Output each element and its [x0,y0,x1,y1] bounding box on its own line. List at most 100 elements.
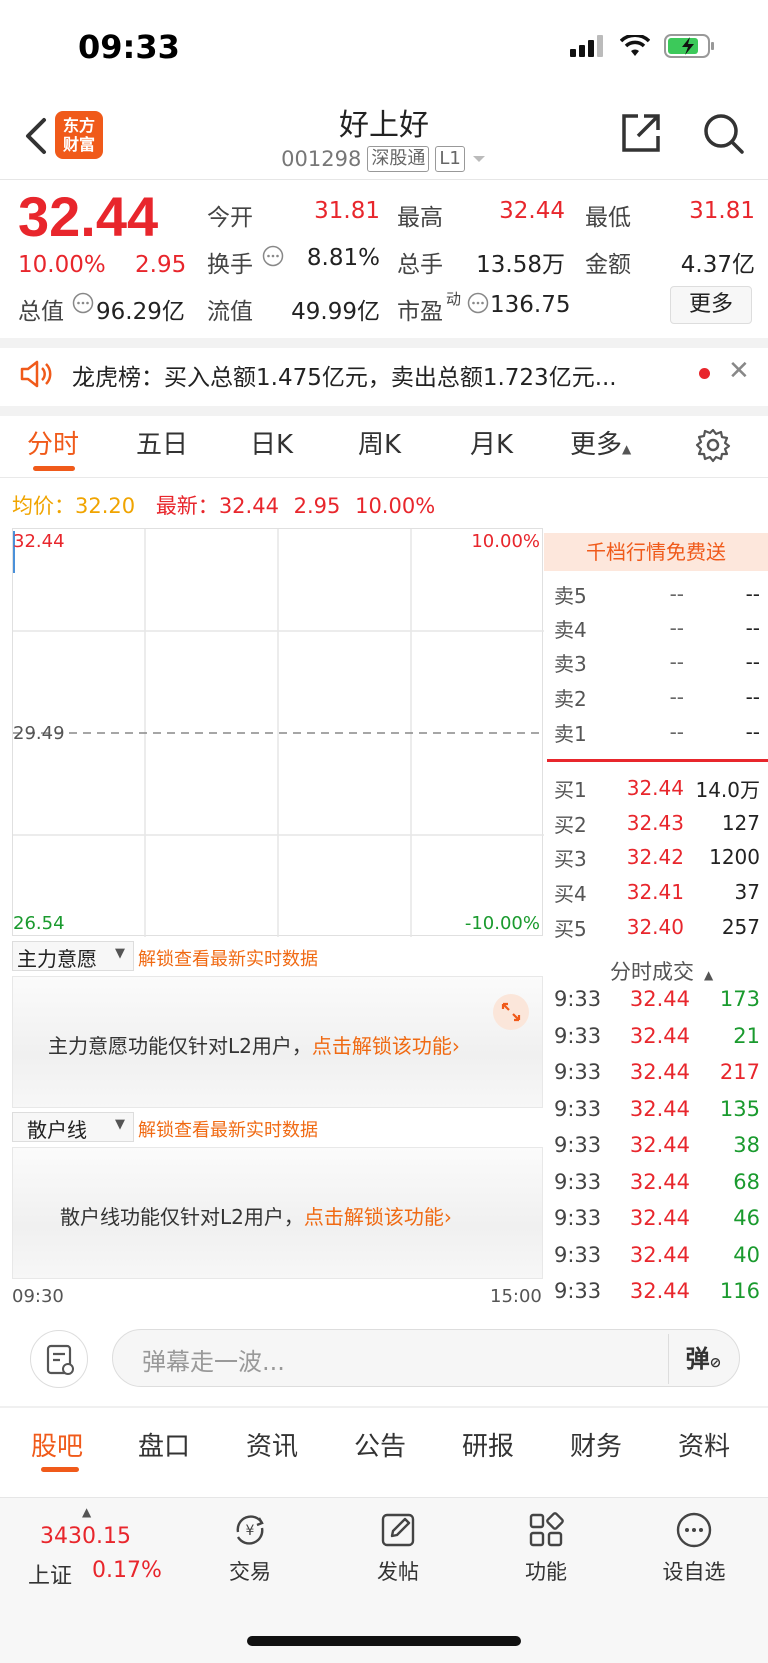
tick-row: 9:33 32.44 135 [554,1092,760,1126]
buy-row-1: 买1 32.44 14.0万 [554,776,760,802]
search-icon[interactable] [700,110,746,156]
tick-volume: 173 [719,987,760,1011]
tab-daily-k[interactable]: 日K [250,424,293,461]
index-percent[interactable]: 0.17% [92,1558,162,1583]
trade-icon: ¥ [236,1515,264,1545]
tab-profile[interactable]: 资料 [678,1426,730,1463]
nav-functions[interactable]: 功能 [491,1510,601,1586]
nav-add-watchlist[interactable]: 设自选 [639,1510,749,1586]
dragon-tiger-notice[interactable]: 龙虎榜：买入总额1.475亿元，卖出总额1.723亿元... [72,358,617,392]
tab-pankou[interactable]: 盘口 [138,1426,190,1463]
high-value: 32.44 [499,198,565,224]
p1-unlock-link[interactable]: 解锁查看最新实时数据 [138,945,318,971]
volume-value: 13.58万 [476,252,565,278]
danmaku-settings-button[interactable] [30,1330,88,1388]
tick-time: 9:33 [554,1206,602,1230]
tick-volume: 68 [733,1170,760,1194]
p1-message: 主力意愿功能仅针对L2用户，点击解锁该功能› [48,1034,460,1058]
retail-line-select[interactable]: 散户线 ▼ [12,1112,134,1142]
amount-label: 金额 [585,252,631,278]
buy-row-5: 买5 32.40 257 [554,915,760,941]
dropdown-icon [472,156,485,162]
p2-message: 散户线功能仅针对L2用户，点击解锁该功能› [60,1205,452,1229]
nav-post[interactable]: 发帖 [343,1510,453,1586]
open-value: 31.81 [314,198,380,224]
tab-announcements[interactable]: 公告 [354,1426,406,1463]
danmaku-settings-icon [46,1344,74,1375]
volume-label: 总手 [397,252,443,278]
close-icon[interactable]: ✕ [728,356,750,386]
tab-guba[interactable]: 股吧 [31,1426,83,1463]
active-bottom-tab-indicator [41,1467,79,1472]
index-value[interactable]: 3430.15 [40,1524,131,1549]
tick-row: 9:33 32.44 21 [554,1019,760,1053]
tick-time: 9:33 [554,1133,602,1157]
high-label: 最高 [397,205,443,231]
tick-time: 9:33 [554,1060,602,1084]
avg-label: 均价： [12,494,75,518]
tick-row: 9:33 32.44 217 [554,1055,760,1089]
tab-finance[interactable]: 财务 [570,1426,622,1463]
p1-unlock-button[interactable]: 点击解锁该功能 [312,1034,452,1058]
tab-weekly-k[interactable]: 周K [358,424,401,461]
buy-row-4: 买4 32.41 37 [554,880,760,906]
tab-more[interactable]: 更多▲ [570,424,631,461]
speaker-icon [20,360,52,388]
tick-volume: 116 [719,1279,760,1303]
y-axis-bottom: 26.54 [13,913,65,934]
info-icon[interactable] [72,292,94,314]
tick-volume: 135 [719,1097,760,1121]
depth-promo-banner[interactable]: 千档行情免费送 [544,533,768,571]
tab-five-day[interactable]: 五日 [136,424,188,461]
section-separator [0,338,768,348]
pe-superscript: 动 [446,290,462,308]
tick-price: 32.44 [629,987,690,1011]
market-cap-value: 96.29亿 [96,299,185,325]
tab-timeshare[interactable]: 分时 [27,424,79,461]
nav-trade[interactable]: ¥ 交易 [195,1510,305,1586]
change-amount: 2.95 [135,252,187,278]
chart-grid [13,529,544,937]
main-force-select[interactable]: 主力意愿 ▼ [12,941,134,971]
info-icon[interactable] [467,292,489,314]
tick-volume: 38 [733,1133,760,1157]
float-cap-label: 流值 [207,299,253,325]
share-icon[interactable] [618,110,664,156]
section-separator [0,1406,768,1408]
tab-news[interactable]: 资讯 [246,1426,298,1463]
tick-volume: 21 [733,1024,760,1048]
tick-price: 32.44 [629,1279,690,1303]
turnover-value: 8.81% [306,245,380,271]
expand-icon[interactable] [492,993,530,1031]
edit-icon [381,1513,415,1547]
unread-dot [699,368,710,379]
gear-icon[interactable] [695,427,731,463]
time-end: 15:00 [490,1286,542,1307]
tick-price: 32.44 [629,1133,690,1157]
tick-price: 32.44 [629,1243,690,1267]
p2-unlock-button[interactable]: 点击解锁该功能 [304,1205,444,1229]
tag-shenguttong: 深股通 [367,146,430,172]
index-name[interactable]: 上证 [28,1558,72,1590]
sell-row-2: 卖2 -- -- [554,685,760,711]
tab-research[interactable]: 研报 [462,1426,514,1463]
wifi-icon [620,35,650,56]
more-button[interactable]: 更多 [670,286,752,324]
avg-value: 32.20 [75,494,136,518]
info-icon[interactable] [262,245,284,267]
y-axis-mid: 29.49 [13,723,65,744]
tabs-divider [0,477,768,478]
index-up-arrow: ▲ [82,1505,92,1519]
p2-unlock-link[interactable]: 解锁查看最新实时数据 [138,1116,318,1142]
tick-row: 9:33 32.44 68 [554,1165,760,1199]
tick-volume: 40 [733,1243,760,1267]
tab-monthly-k[interactable]: 月K [470,424,513,461]
latest-change: 2.95 [293,494,341,518]
intraday-chart[interactable]: 32.44 29.49 26.54 10.00% -10.00% [12,528,544,937]
tick-row: 9:33 32.44 40 [554,1238,760,1272]
tick-price: 32.44 [629,1206,690,1230]
danmaku-toggle-button[interactable]: 弹⊘ [668,1334,738,1384]
market-cap-label: 总值 [18,299,64,325]
tick-volume: 46 [733,1206,760,1230]
tick-time: 9:33 [554,987,602,1011]
